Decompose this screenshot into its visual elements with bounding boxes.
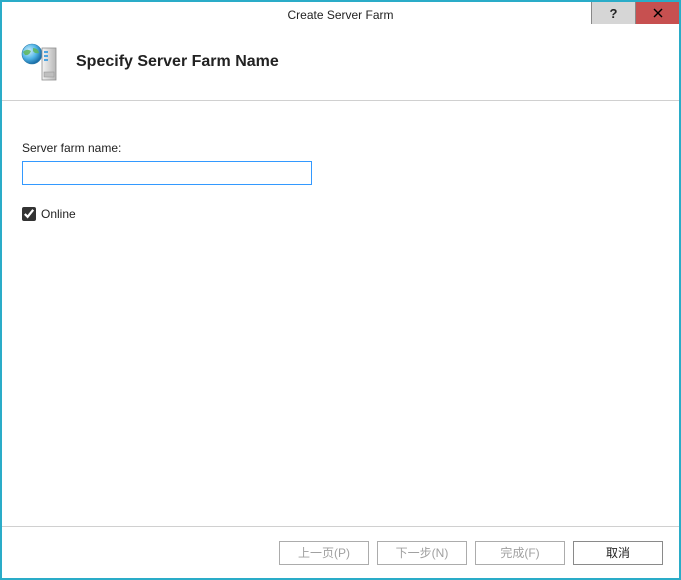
next-button[interactable]: 下一步(N): [377, 541, 467, 565]
farm-name-input[interactable]: [22, 161, 312, 185]
finish-button[interactable]: 完成(F): [475, 541, 565, 565]
close-button[interactable]: [635, 2, 679, 24]
wizard-content: Server farm name: Online: [2, 101, 679, 241]
titlebar: Create Server Farm ?: [2, 2, 679, 28]
help-button[interactable]: ?: [591, 2, 635, 24]
wizard-footer: 上一页(P) 下一步(N) 完成(F) 取消: [2, 526, 679, 578]
titlebar-controls: ?: [591, 2, 679, 24]
online-label[interactable]: Online: [41, 207, 76, 221]
online-checkbox[interactable]: [22, 207, 36, 221]
online-checkbox-row: Online: [22, 207, 659, 221]
cancel-button[interactable]: 取消: [573, 541, 663, 565]
window-title: Create Server Farm: [287, 8, 393, 22]
farm-name-label: Server farm name:: [22, 141, 659, 155]
wizard-header: Specify Server Farm Name: [2, 28, 679, 100]
previous-button[interactable]: 上一页(P): [279, 541, 369, 565]
question-icon: ?: [610, 6, 618, 21]
close-icon: [653, 6, 663, 21]
server-farm-icon: [20, 42, 60, 82]
page-title: Specify Server Farm Name: [76, 53, 279, 71]
